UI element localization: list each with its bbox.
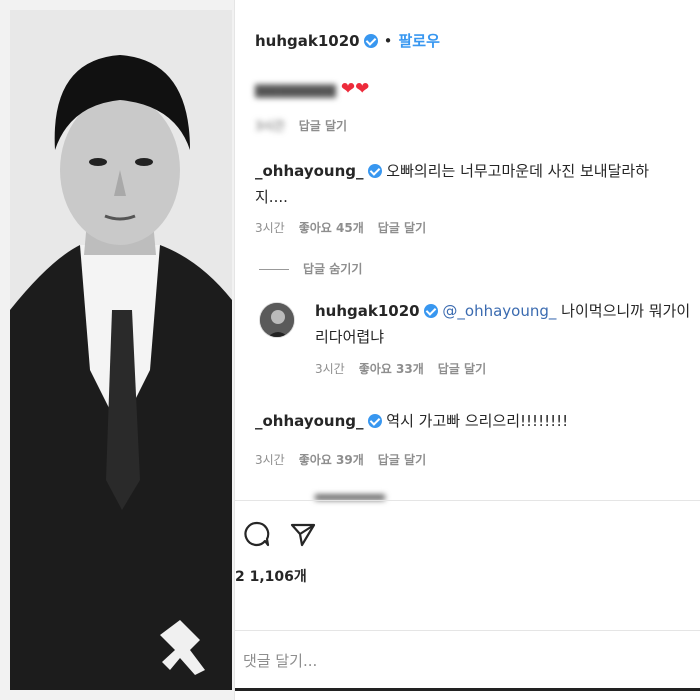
comment-time: 3시간	[255, 453, 285, 467]
bottom-edge	[235, 688, 700, 691]
likes-count-text: 1,106개	[249, 569, 307, 585]
reply-likes[interactable]: 좋아요 33개	[359, 362, 424, 376]
comment-text-line1: 오빠의리는 너무고마운데 사진 보내달라하	[386, 162, 650, 180]
comment-meta: 3시간 좋아요 45개 답글 달기	[255, 219, 426, 236]
hide-replies-label[interactable]: 답글 숨기기	[303, 262, 362, 276]
avatar-image	[260, 303, 294, 337]
share-icon[interactable]	[289, 520, 317, 552]
post-photo	[10, 10, 232, 690]
comment-text: 역시 가고빠 으리으리!!!!!!!!	[386, 412, 569, 430]
cutoff-comment: ▆▆▆▆▆▆▆	[315, 492, 385, 500]
comment-input-placeholder: 댓글 달기...	[243, 652, 318, 670]
reply-button[interactable]: 답글 달기	[378, 453, 426, 467]
comment-blurred-text: ▆▆▆▆▆▆▆	[255, 80, 336, 98]
follow-button[interactable]: 팔로우	[398, 32, 439, 50]
reply-text-line2: 리다어렵냐	[315, 328, 385, 346]
post-header: huhgak1020 • 팔로우	[255, 30, 440, 51]
comment-likes[interactable]: 좋아요 45개	[299, 221, 364, 235]
comments-panel: huhgak1020 • 팔로우 ▆▆▆▆▆▆▆ ❤❤ 3시간 답글 달기 _ohha…	[234, 0, 700, 700]
avatar[interactable]	[259, 302, 295, 338]
reply-meta: 3시간 좋아요 33개 답글 달기	[315, 360, 486, 377]
reply-username[interactable]: huhgak1020	[315, 302, 420, 320]
comment-username[interactable]: _ohhayoung_	[255, 412, 364, 430]
verified-icon	[367, 414, 382, 428]
reply-item: huhgak1020 @_ohhayoung_ 나이먹으니까 뭐가이 리다어렵냐	[315, 298, 695, 350]
divider-line	[259, 269, 289, 270]
divider	[235, 500, 700, 501]
heart-emoji-icon: ❤	[355, 79, 370, 99]
comment-time-blurred: 3시간	[255, 119, 285, 133]
comment-icon[interactable]	[243, 520, 271, 552]
comment-item: _ohhayoung_ 오빠의리는 너무고마운데 사진 보내달라하 지....	[255, 158, 695, 210]
comment-input[interactable]: 댓글 달기...	[243, 650, 683, 671]
portrait-image	[10, 10, 232, 690]
separator-dot: •	[383, 32, 393, 50]
likes-count[interactable]: 2 1,106개	[235, 566, 307, 586]
comment-text-line2: 지....	[255, 188, 288, 206]
mention-link[interactable]: @_ohhayoung_	[442, 302, 556, 320]
reply-time: 3시간	[315, 362, 345, 376]
comment-meta: 3시간 좋아요 39개 답글 달기	[255, 451, 426, 468]
reply-button[interactable]: 답글 달기	[378, 221, 426, 235]
likes-prefix: 2	[235, 569, 245, 585]
reply-button[interactable]: 답글 달기	[438, 362, 486, 376]
reply-text-line1: 나이먹으니까 뭐가이	[561, 302, 691, 320]
reply-button[interactable]: 답글 달기	[299, 119, 347, 133]
comment-likes[interactable]: 좋아요 39개	[299, 453, 364, 467]
comment-username[interactable]: _ohhayoung_	[255, 162, 364, 180]
hide-replies[interactable]: 답글 숨기기	[259, 260, 362, 277]
comment-item: _ohhayoung_ 역시 가고빠 으리으리!!!!!!!!	[255, 408, 695, 434]
comment-time: 3시간	[255, 221, 285, 235]
verified-icon	[367, 164, 382, 178]
verified-icon	[423, 304, 438, 318]
author-username[interactable]: huhgak1020	[255, 32, 360, 50]
heart-emoji-icon: ❤	[340, 79, 356, 99]
divider	[235, 630, 700, 631]
comment-blurred: ▆▆▆▆▆▆▆ ❤❤	[255, 76, 369, 102]
verified-icon	[363, 34, 378, 48]
comment-blurred-meta: 3시간 답글 달기	[255, 117, 347, 134]
